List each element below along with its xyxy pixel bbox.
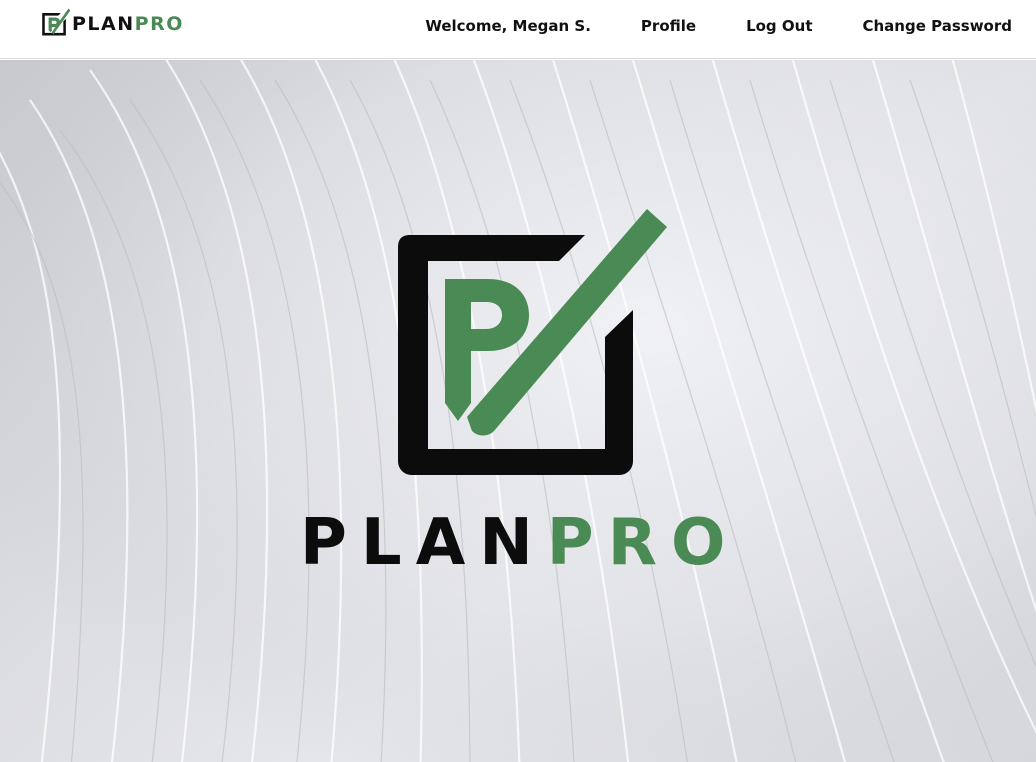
hero-wordmark: PLANPRO <box>300 511 750 575</box>
change-password-link[interactable]: Change Password <box>863 17 1013 35</box>
log-out-link[interactable]: Log Out <box>746 17 812 35</box>
profile-link[interactable]: Profile <box>641 17 696 35</box>
hero-banner: PLANPRO <box>0 60 1036 762</box>
checkbox-p-logo-icon <box>42 8 71 36</box>
top-navigation-bar: PLANPRO Welcome, Megan S. Profile Log Ou… <box>0 0 1036 59</box>
brand-home-link[interactable]: PLANPRO <box>39 5 184 39</box>
checkbox-p-logo-icon <box>398 209 667 475</box>
user-nav: Welcome, Megan S. Profile Log Out Change… <box>425 0 1012 52</box>
brand-wordmark-plan: PLAN <box>72 12 135 35</box>
welcome-text: Welcome, Megan S. <box>425 17 591 35</box>
brand-wordmark-pro: PRO <box>134 12 184 35</box>
hero-wordmark-pro: PRO <box>546 506 740 580</box>
brand-wordmark: PLANPRO <box>72 12 184 35</box>
hero-wordmark-plan: PLAN <box>300 506 547 580</box>
